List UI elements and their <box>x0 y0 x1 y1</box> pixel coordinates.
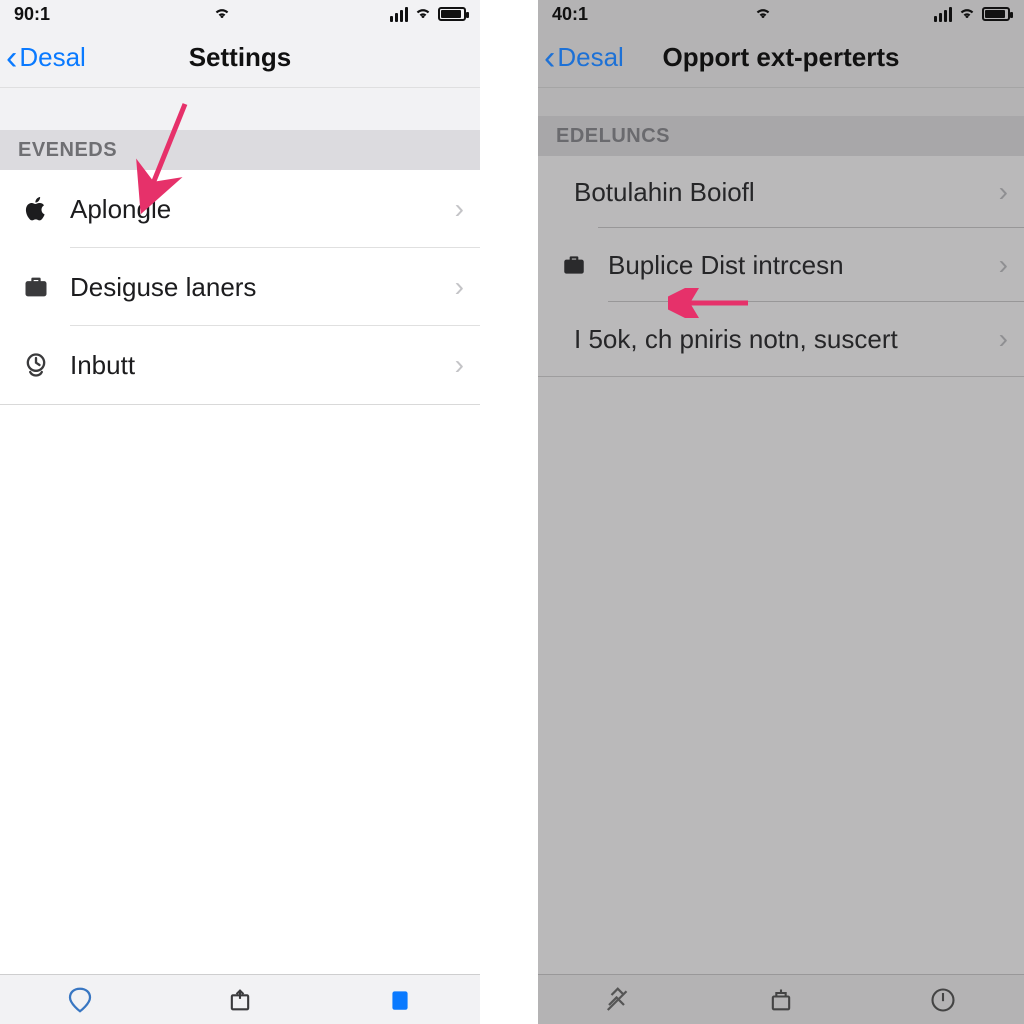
cellular-icon <box>934 7 952 22</box>
section-header: EDELUNCS <box>538 116 1024 156</box>
battery-icon <box>982 7 1010 21</box>
back-label: Desal <box>19 42 85 73</box>
content-area <box>0 405 480 974</box>
phone-left: 90:1 ‹ Desal Settings EVENEDS <box>0 0 480 1024</box>
wifi-icon <box>414 4 432 25</box>
row-inbutt[interactable]: Inbutt › <box>0 326 480 404</box>
header-spacer <box>0 88 480 130</box>
briefcase-icon <box>556 247 592 283</box>
back-label: Desal <box>557 42 623 73</box>
row-buplice[interactable]: Buplice Dist intrcesn › <box>538 228 1024 302</box>
status-bar: 40:1 <box>538 0 1024 28</box>
chevron-right-icon: › <box>455 271 464 303</box>
status-time: 40:1 <box>552 4 588 25</box>
content-area <box>538 377 1024 974</box>
phone-right: 40:1 ‹ Desal Opport ext-perterts EDELUNC… <box>538 0 1024 1024</box>
row-label: I 5ok, ch pniris notn, suscert <box>574 324 999 355</box>
back-button[interactable]: ‹ Desal <box>538 42 624 73</box>
tab-3[interactable] <box>923 983 963 1017</box>
back-button[interactable]: ‹ Desal <box>0 42 86 73</box>
chevron-right-icon: › <box>999 249 1008 281</box>
tab-bar <box>538 974 1024 1024</box>
row-label: Desiguse laners <box>70 272 455 303</box>
wifi-icon <box>958 4 976 25</box>
status-time: 90:1 <box>14 4 50 25</box>
tab-1[interactable] <box>60 983 100 1017</box>
chevron-right-icon: › <box>999 176 1008 208</box>
row-label: Botulahin Boiofl <box>574 177 999 208</box>
tab-3[interactable] <box>380 983 420 1017</box>
row-i5ok[interactable]: I 5ok, ch pniris notn, suscert › <box>538 302 1024 376</box>
header-spacer <box>538 88 1024 116</box>
row-botulahin[interactable]: Botulahin Boiofl › <box>538 156 1024 228</box>
tab-1[interactable] <box>599 983 639 1017</box>
row-desiguse[interactable]: Desiguse laners › <box>0 248 480 326</box>
clock-icon <box>18 347 54 383</box>
section-header: EVENEDS <box>0 130 480 170</box>
battery-icon <box>438 7 466 21</box>
settings-list: Aplongle › Desiguse laners › Inbutt › <box>0 170 480 405</box>
row-label: Inbutt <box>70 350 455 381</box>
apple-icon <box>18 191 54 227</box>
chevron-right-icon: › <box>999 323 1008 355</box>
detail-list: Botulahin Boiofl › Buplice Dist intrcesn… <box>538 156 1024 377</box>
status-bar: 90:1 <box>0 0 480 28</box>
nav-bar: ‹ Desal Settings <box>0 28 480 88</box>
tab-2[interactable] <box>220 983 260 1017</box>
cellular-icon <box>390 7 408 22</box>
wifi-icon <box>213 4 231 25</box>
chevron-right-icon: › <box>455 193 464 225</box>
briefcase-icon <box>18 269 54 305</box>
tab-2[interactable] <box>761 983 801 1017</box>
tab-bar <box>0 974 480 1024</box>
nav-bar: ‹ Desal Opport ext-perterts <box>538 28 1024 88</box>
row-label: Buplice Dist intrcesn <box>608 250 999 281</box>
row-aplongle[interactable]: Aplongle › <box>0 170 480 248</box>
row-label: Aplongle <box>70 194 455 225</box>
chevron-right-icon: › <box>455 349 464 381</box>
wifi-icon <box>754 4 772 25</box>
